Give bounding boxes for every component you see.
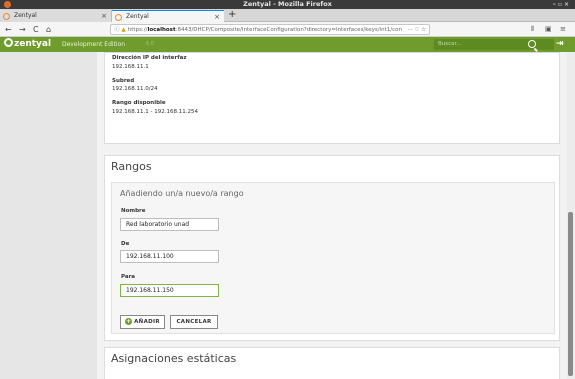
url-path: :8443/DHCP/Composite/InterfaceConfigurat… <box>175 27 403 33</box>
forward-icon[interactable]: → <box>19 23 26 36</box>
add-button[interactable]: + AÑADIR <box>120 315 165 329</box>
name-label: Nombre <box>121 208 146 214</box>
ip-value: 192.168.11.1 <box>112 64 149 70</box>
range-value: 192.168.11.1 - 192.168.11.254 <box>112 109 198 115</box>
page-actions-icon[interactable]: ··· ♡ ☆ <box>404 25 426 34</box>
add-button-label: AÑADIR <box>134 319 160 325</box>
reload-icon[interactable]: C <box>33 23 39 36</box>
range-label: Rango disponible <box>112 100 166 106</box>
zentyal-logo[interactable]: zentyal <box>4 38 51 51</box>
from-input[interactable] <box>120 250 219 263</box>
add-icon: + <box>125 318 133 325</box>
zentyal-logo-icon <box>4 38 13 47</box>
tab-close-icon[interactable]: × <box>101 10 107 22</box>
name-input[interactable] <box>120 218 219 231</box>
insecure-lock-icon[interactable]: ▲ <box>122 27 126 33</box>
logo-text: zentyal <box>14 39 52 49</box>
side-menu <box>0 52 97 379</box>
to-label: Para <box>121 274 136 280</box>
url-host: localhost <box>147 27 176 33</box>
tab-label: Zentyal <box>14 12 37 19</box>
hamburger-menu-icon[interactable]: ≡ <box>560 23 566 36</box>
interface-info-card <box>104 52 560 144</box>
new-tab-icon[interactable]: + <box>228 9 236 21</box>
tab-label: Zentyal <box>126 13 149 20</box>
ranges-title: Rangos <box>111 160 152 173</box>
form-title: Añadiendo un/a nuevo/a rango <box>120 189 244 198</box>
version-label: 6.0 <box>146 41 154 47</box>
window-titlebar: Zentyal - Mozilla Firefox –▫× <box>0 0 575 9</box>
window-controls[interactable]: –▫× <box>553 0 571 9</box>
info-icon[interactable]: ⓘ <box>114 27 120 33</box>
ip-label: Dirección IP del interfaz <box>112 55 187 61</box>
url-bar[interactable]: ⓘ ▲ https://localhost:8443/DHCP/Composite/… <box>110 24 430 35</box>
scrollbar-thumb[interactable] <box>568 212 573 376</box>
subnet-value: 192.168.11.0/24 <box>112 86 158 92</box>
cancel-button[interactable]: CANCELAR <box>170 315 218 329</box>
edition-label: Development Edition <box>62 41 126 48</box>
tab-zentyal-1[interactable]: Zentyal × <box>0 10 112 22</box>
navigation-bar: ← → C ⌂ ⓘ ▲ https://localhost:8443/DHCP/Co… <box>0 22 575 37</box>
window-title: Zentyal - Mozilla Firefox <box>243 0 332 8</box>
home-icon[interactable]: ⌂ <box>46 23 51 36</box>
sidebar-toggle-icon[interactable]: ▣ <box>545 23 552 36</box>
logout-icon[interactable]: ⇥ <box>556 39 564 50</box>
firefox-window: Zentyal - Mozilla Firefox –▫× Zentyal × … <box>0 0 575 379</box>
zentyal-header: zentyal Development Edition 6.0 Buscar..… <box>0 37 575 52</box>
static-assignments-title: Asignaciones estáticas <box>111 352 237 365</box>
tab-zentyal-2[interactable]: Zentyal × <box>112 10 224 22</box>
search-icon[interactable] <box>528 40 536 48</box>
tab-strip: Zentyal × Zentyal × + <box>0 9 575 22</box>
library-icon[interactable]: ⫴ <box>531 23 534 36</box>
window-menu-icon[interactable] <box>4 1 11 8</box>
subnet-label: Subred <box>112 78 135 84</box>
zentyal-favicon-icon <box>115 14 122 21</box>
from-label: De <box>121 241 130 247</box>
back-icon[interactable]: ← <box>5 23 12 36</box>
to-input[interactable] <box>120 284 219 297</box>
url-prefix: https:// <box>127 27 148 33</box>
zentyal-favicon-icon <box>3 13 10 20</box>
